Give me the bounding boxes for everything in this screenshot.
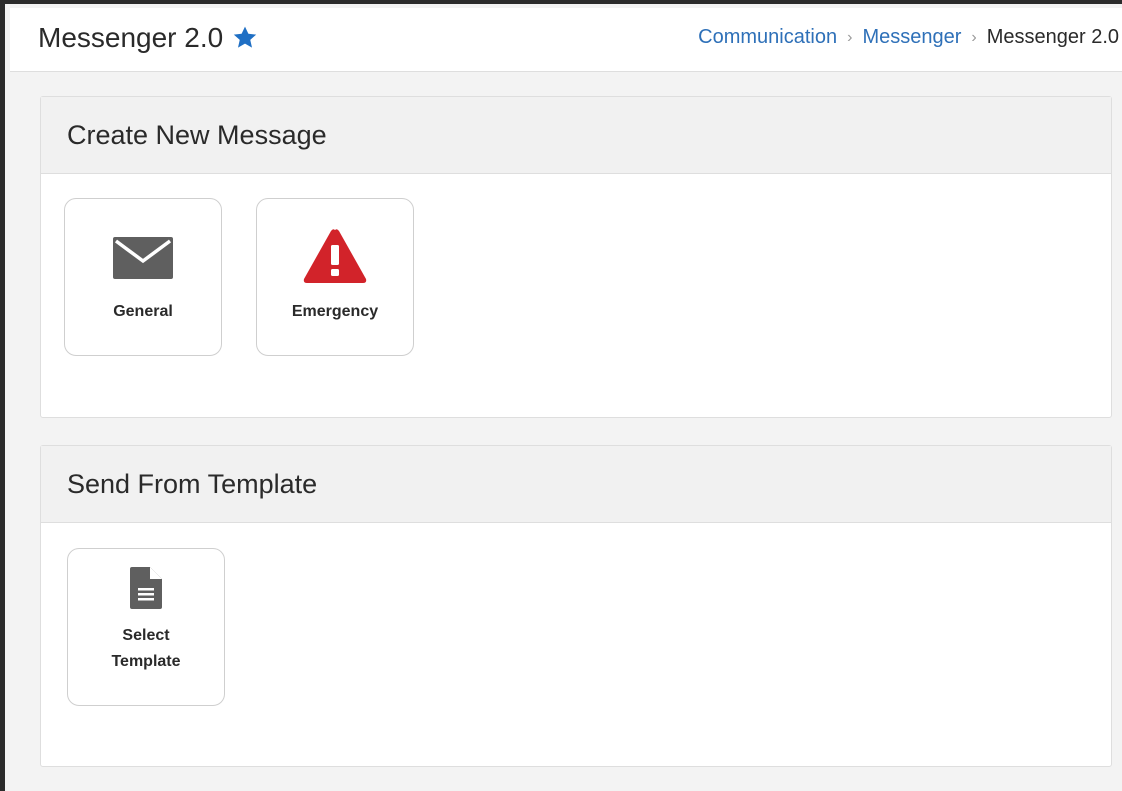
star-icon[interactable] <box>231 24 259 52</box>
chevron-right-icon: › <box>971 28 977 46</box>
general-label: General <box>113 303 173 320</box>
breadcrumb-communication[interactable]: Communication <box>698 26 837 49</box>
create-message-title: Create New Message <box>67 119 327 150</box>
emergency-label: Emergency <box>291 303 379 320</box>
emergency-message-button[interactable]: Emergency <box>256 198 414 356</box>
template-panel-header: Send From Template <box>41 446 1111 523</box>
breadcrumb-messenger[interactable]: Messenger <box>862 26 961 49</box>
breadcrumb: Communication › Messenger › Messenger 2.… <box>698 26 1119 49</box>
template-panel-title: Send From Template <box>67 468 318 499</box>
chevron-right-icon: › <box>847 28 853 46</box>
select-template-label: Select Template <box>111 627 181 670</box>
document-icon <box>130 567 162 609</box>
warning-icon <box>303 229 367 283</box>
page-title: Messenger 2.0 <box>38 22 224 53</box>
create-message-panel-header: Create New Message <box>41 97 1111 174</box>
select-template-button[interactable]: Select Template <box>67 548 225 706</box>
page-header: Messenger 2.0 Communication › Messenger … <box>10 8 1122 72</box>
envelope-icon <box>113 237 173 279</box>
create-message-panel: Create New Message General Emergency <box>40 96 1112 418</box>
page-title-group: Messenger 2.0 <box>38 22 259 54</box>
template-panel: Send From Template Select Template <box>40 445 1112 767</box>
breadcrumb-current: Messenger 2.0 <box>986 26 1119 48</box>
general-message-button[interactable]: General <box>64 198 222 356</box>
app-frame: Messenger 2.0 Communication › Messenger … <box>0 0 1122 791</box>
